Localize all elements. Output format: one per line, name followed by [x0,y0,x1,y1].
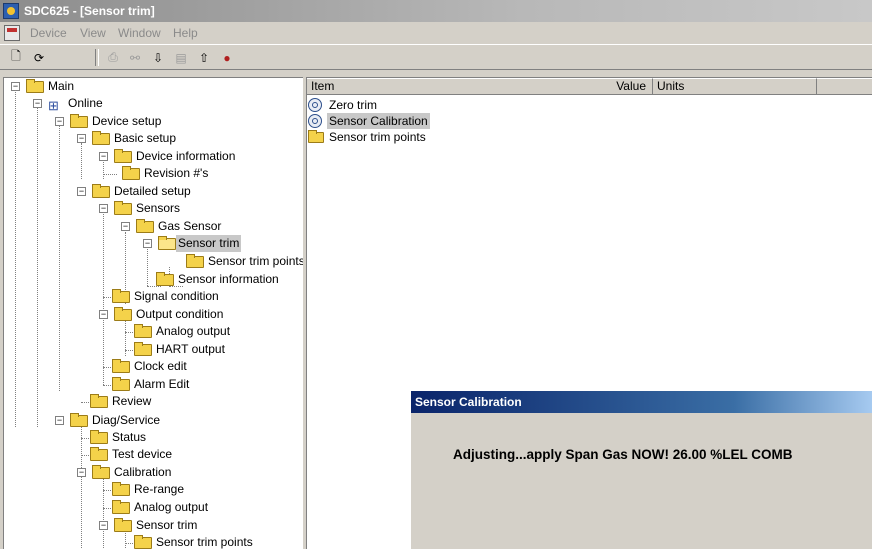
toolbar-separator [95,49,99,66]
folder-icon [136,219,154,233]
folder-icon [70,413,88,427]
stop-icon[interactable]: ● [218,49,236,66]
dialog-message: Adjusting...apply Span Gas NOW! 26.00 %L… [453,447,793,462]
dialog-title: Sensor Calibration [411,391,872,413]
folder-icon [112,500,130,514]
folder-icon [308,130,324,143]
tree-connector [103,174,117,175]
app-icon [3,3,19,19]
folder-icon [90,394,108,408]
menu-window[interactable]: Window [118,22,161,44]
list-item-sensor-calibration[interactable]: Sensor Calibration [307,113,653,129]
collapse-icon[interactable]: − [99,204,108,213]
list-item-zero-trim[interactable]: Zero trim [307,97,653,113]
folder-icon [156,272,174,286]
folder-icon [114,149,132,163]
open-icon[interactable]: ⟳ [30,49,48,66]
device-tree[interactable]: − Main − ⊞ Online − Device setup − Basic setu… [3,77,303,549]
collapse-icon[interactable]: − [55,117,64,126]
method-icon [308,114,322,128]
method-icon [308,98,322,112]
tree-connector [15,90,16,427]
tree-connector [125,533,126,549]
collapse-icon[interactable]: − [11,82,20,91]
menu-help[interactable]: Help [173,22,198,44]
collapse-icon[interactable]: − [77,187,86,196]
folder-icon [26,79,44,93]
folder-icon [92,184,110,198]
connect-icon[interactable]: ⚯ [126,49,144,66]
tree-connector [81,143,82,179]
folder-icon [114,518,132,532]
menu-view[interactable]: View [80,22,106,44]
folder-icon [90,447,108,461]
document-menu-icon[interactable] [4,25,20,41]
collapse-icon[interactable]: − [77,134,86,143]
folder-icon [112,482,130,496]
collapse-icon[interactable]: − [121,222,130,231]
export-icon[interactable]: ⇧ [195,49,213,66]
collapse-icon[interactable]: − [99,521,108,530]
collapse-icon[interactable]: − [99,152,108,161]
save-icon[interactable]: ▤ [172,49,190,66]
menu-device[interactable]: Device [30,22,67,44]
folder-icon [92,131,110,145]
folder-icon [112,359,130,373]
folder-icon [186,254,204,268]
folder-icon [114,201,132,215]
folder-icon [134,535,152,549]
new-document-icon[interactable]: 🗋 [7,49,25,66]
collapse-icon[interactable]: − [55,416,64,425]
folder-icon [90,430,108,444]
sensor-calibration-dialog: Sensor Calibration Adjusting...apply Spa… [410,390,872,549]
collapse-icon[interactable]: − [99,310,108,319]
collapse-icon[interactable]: − [143,239,152,248]
list-item-sensor-trim-points[interactable]: Sensor trim points [307,129,653,145]
list-item-label: Zero trim [329,98,377,112]
folder-icon [134,324,152,338]
window-title: SDC625 - [Sensor trim] [24,4,155,18]
tree-connector [147,249,148,286]
folder-icon [70,114,88,128]
print-icon[interactable]: ⎙ [104,49,122,66]
load-icon[interactable]: ⇩ [149,49,167,66]
network-icon: ⊞ [48,98,59,113]
column-header-units[interactable]: Units [653,78,817,95]
list-item-label: Sensor trim points [329,130,426,144]
tree-connector [37,108,38,427]
collapse-icon[interactable]: − [33,99,42,108]
tree-connector [147,286,161,287]
folder-icon [92,465,110,479]
collapse-icon[interactable]: − [77,468,86,477]
tree-connector [81,427,82,549]
folder-icon [112,377,130,391]
folder-icon [122,166,140,180]
menu-bar: Device View Window Help [0,22,872,44]
list-item-label: Sensor Calibration [327,113,430,129]
column-header-filler [817,78,872,95]
tree-connector [103,160,104,179]
tree-connector [103,214,104,385]
folder-open-icon [158,236,176,250]
toolbar: 🗋 ⟳ ⎙ ⚯ ⇩ ▤ ⇧ ● [0,44,872,70]
folder-icon [114,307,132,321]
folder-icon [112,289,130,303]
folder-icon [134,342,152,356]
tree-connector [59,125,60,391]
window-title-bar: SDC625 - [Sensor trim] [0,0,872,22]
column-header-item[interactable]: Item [307,78,653,95]
